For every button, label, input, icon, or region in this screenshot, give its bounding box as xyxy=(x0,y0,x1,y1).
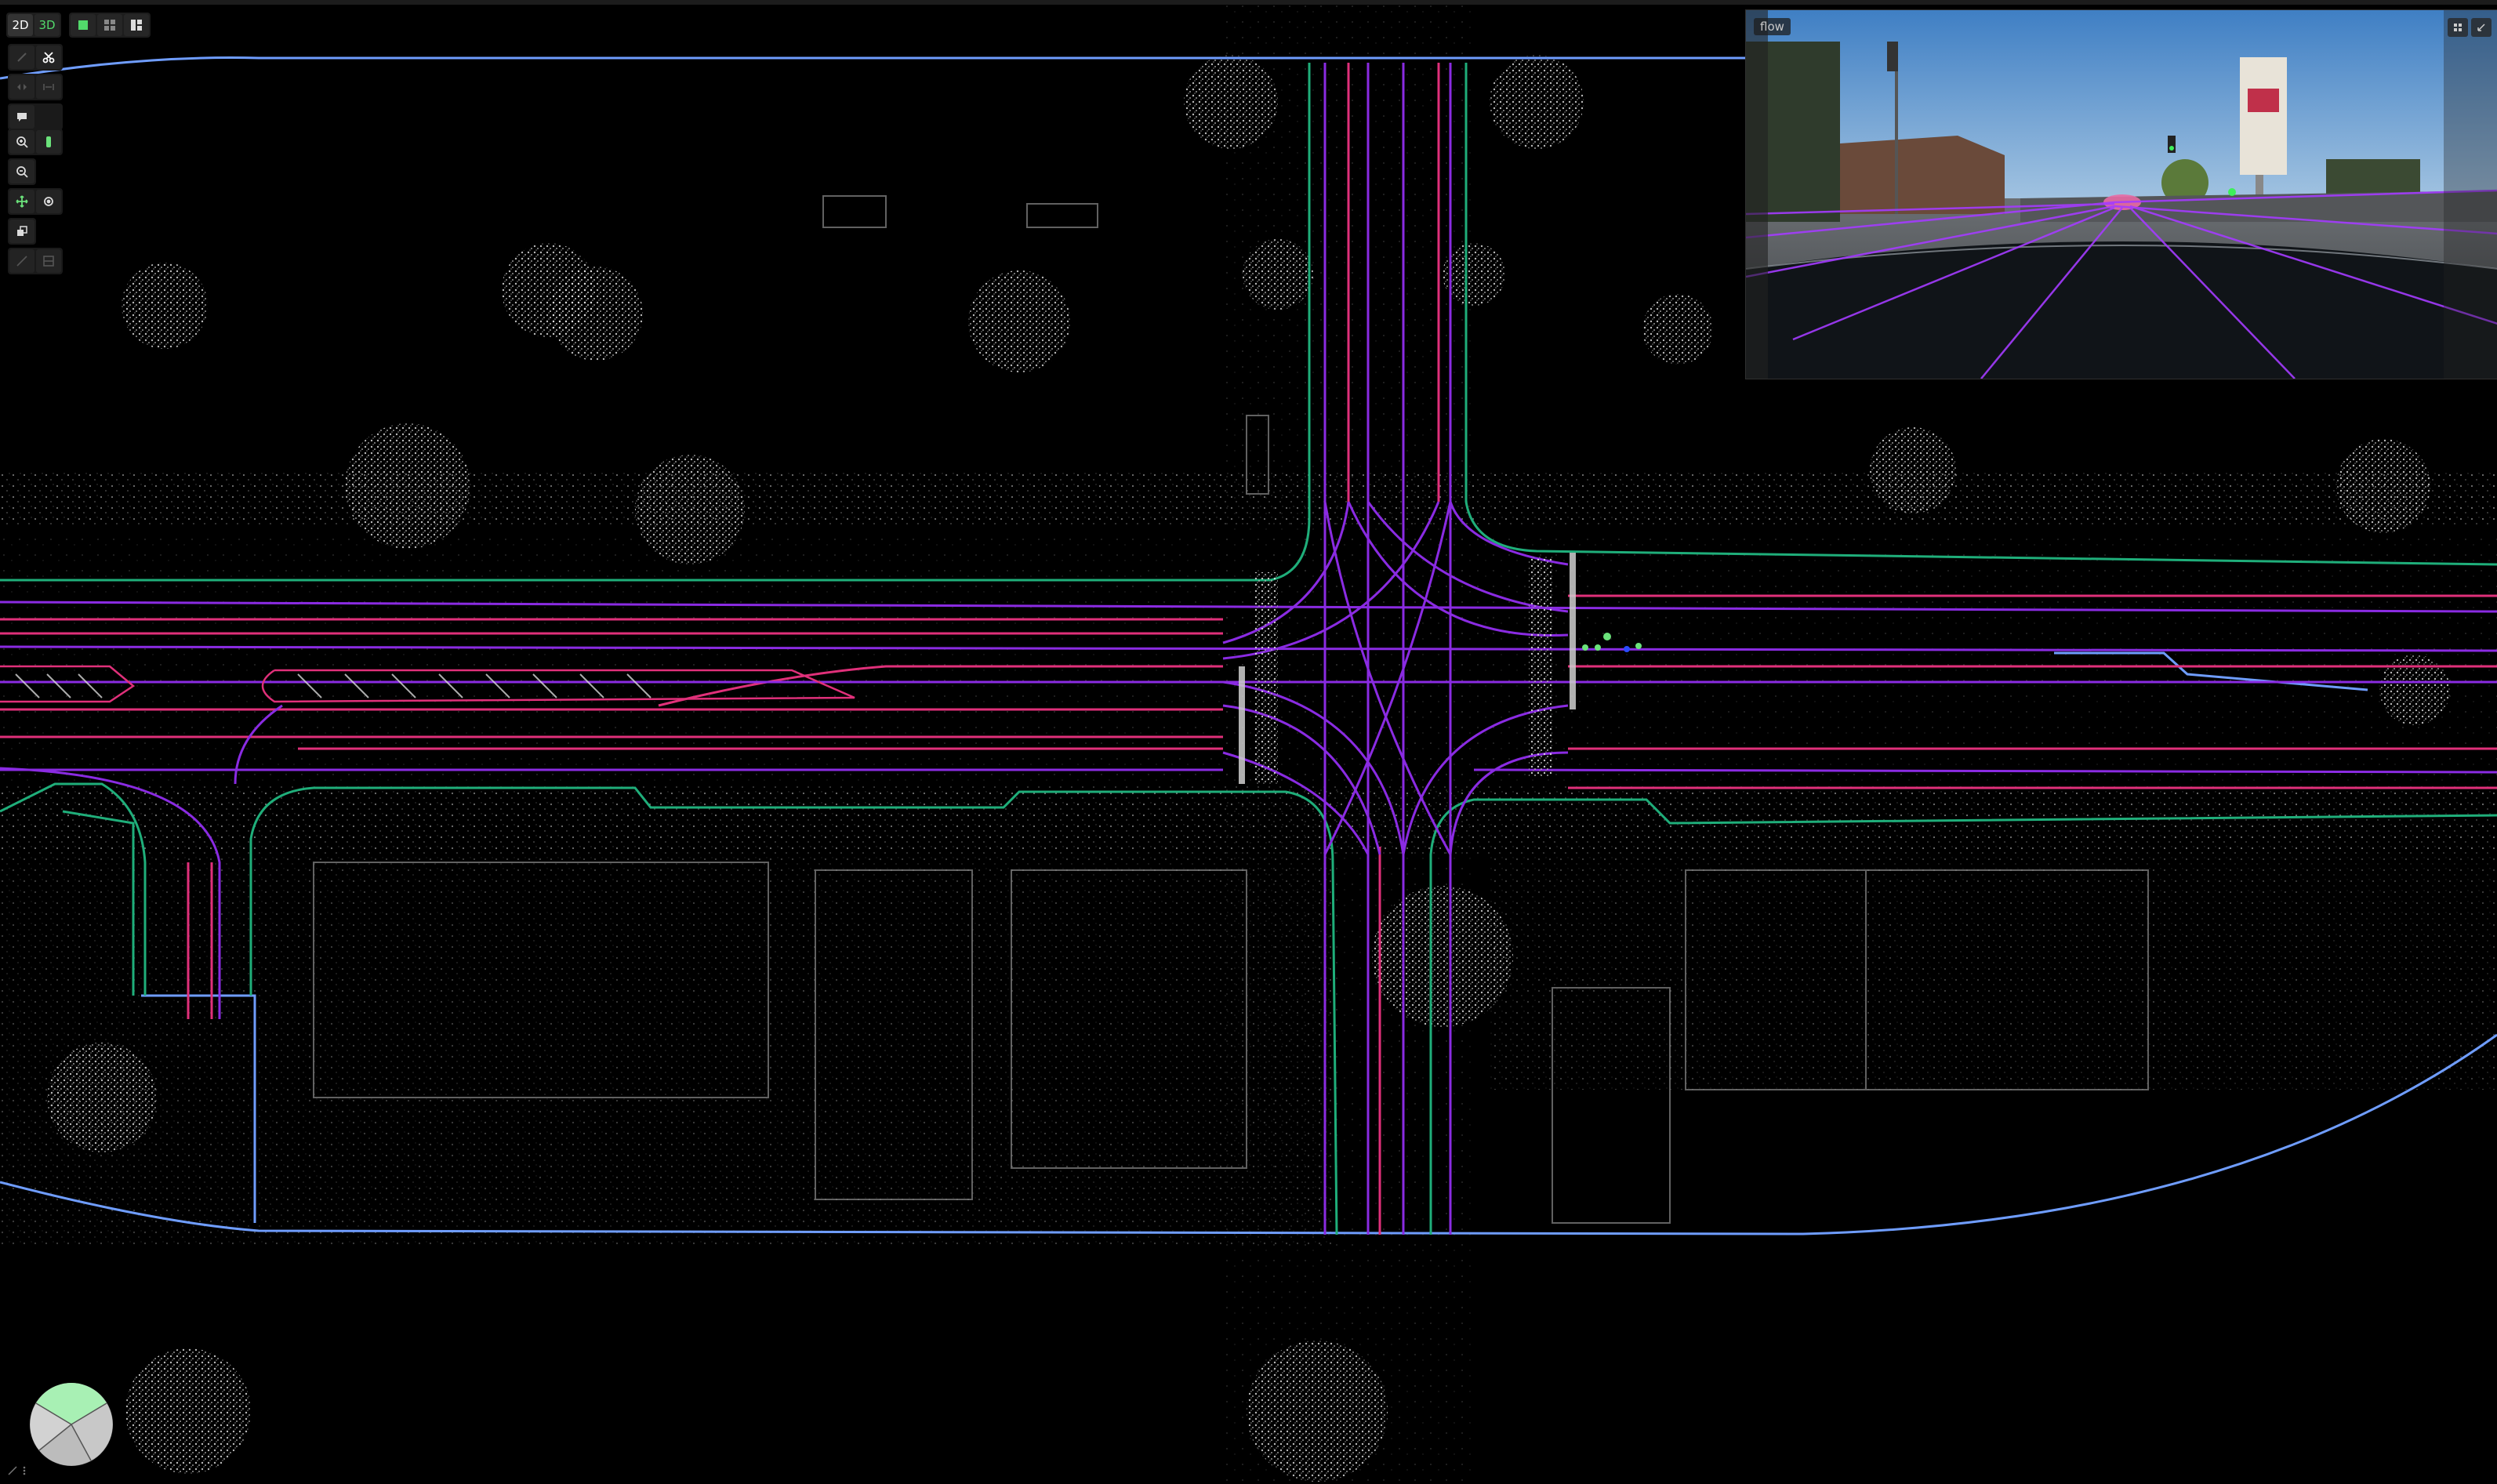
move-horizontal-tool[interactable] xyxy=(9,75,34,99)
resize-icon xyxy=(8,1466,17,1475)
zoom-in-icon xyxy=(16,136,28,148)
grid-view-button[interactable] xyxy=(97,14,122,36)
traffic-light-icon xyxy=(46,136,51,147)
cut-tool[interactable] xyxy=(36,45,61,69)
camera-image xyxy=(1746,10,2497,379)
line-tool[interactable] xyxy=(9,249,34,273)
zoom-in-tool[interactable] xyxy=(9,130,34,154)
camera-view-panel[interactable]: flow xyxy=(1745,9,2497,379)
comment-tool[interactable] xyxy=(9,105,34,129)
view-mode-toggle: 2D 3D xyxy=(6,13,61,38)
zoom-out-icon xyxy=(16,166,28,178)
cut-icon xyxy=(42,52,55,63)
line-tool-icon xyxy=(16,256,27,267)
zoom-palette xyxy=(8,129,63,185)
more-icon xyxy=(23,1466,26,1475)
layout-toggle xyxy=(69,13,151,38)
mode-3d-button[interactable]: 3D xyxy=(34,14,60,36)
single-view-icon xyxy=(78,20,88,30)
split-view-button[interactable] xyxy=(124,14,149,36)
zoom-out-tool[interactable] xyxy=(9,160,34,183)
mode-2d-button[interactable]: 2D xyxy=(8,14,33,36)
comment-icon xyxy=(17,113,27,122)
measure-tool[interactable] xyxy=(36,75,61,99)
select-icon xyxy=(17,53,27,62)
grid-view-icon xyxy=(104,20,115,31)
tool-palette xyxy=(8,44,63,130)
move-horizontal-icon xyxy=(17,84,27,90)
collapse-icon xyxy=(2477,24,2485,31)
corner-controls[interactable] xyxy=(3,1460,31,1482)
compass-icon[interactable] xyxy=(28,1381,114,1468)
expand-icon xyxy=(2454,24,2462,31)
pan-icon xyxy=(16,195,28,208)
box-tool[interactable] xyxy=(36,249,61,273)
layers-icon xyxy=(17,226,27,236)
camera-expand-button[interactable] xyxy=(2448,18,2468,37)
rotate-icon xyxy=(44,197,53,206)
single-view-button[interactable] xyxy=(71,14,96,36)
camera-label: flow xyxy=(1754,18,1791,35)
camera-collapse-button[interactable] xyxy=(2471,18,2492,37)
pan-tool[interactable] xyxy=(9,190,34,213)
select-tool[interactable] xyxy=(9,45,34,69)
top-bar xyxy=(0,0,2497,5)
layers-tool[interactable] xyxy=(9,220,34,243)
rotate-tool[interactable] xyxy=(36,190,61,213)
box-tool-icon xyxy=(43,256,54,267)
split-view-icon xyxy=(131,20,142,31)
camera-actions xyxy=(2448,18,2492,37)
nav-palette xyxy=(8,188,63,274)
measure-icon xyxy=(43,84,54,90)
camera-building-left xyxy=(1840,136,2005,214)
traffic-light-tool[interactable] xyxy=(36,130,61,154)
